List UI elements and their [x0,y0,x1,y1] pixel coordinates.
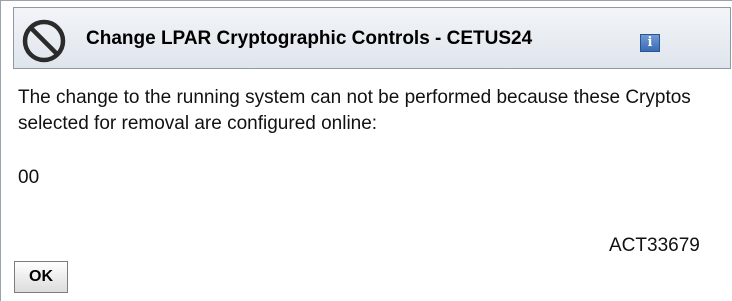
prohibited-icon [22,19,66,63]
info-icon[interactable]: i [640,34,660,52]
ok-button[interactable]: OK [14,261,68,293]
dialog-title: Change LPAR Cryptographic Controls - CET… [86,28,533,49]
dialog-titlebar: Change LPAR Cryptographic Controls - CET… [13,7,731,69]
error-dialog: Change LPAR Cryptographic Controls - CET… [0,0,732,301]
crypto-id: 00 [18,167,40,188]
message-code: ACT33679 [609,235,700,256]
error-message: The change to the running system can not… [18,87,691,134]
